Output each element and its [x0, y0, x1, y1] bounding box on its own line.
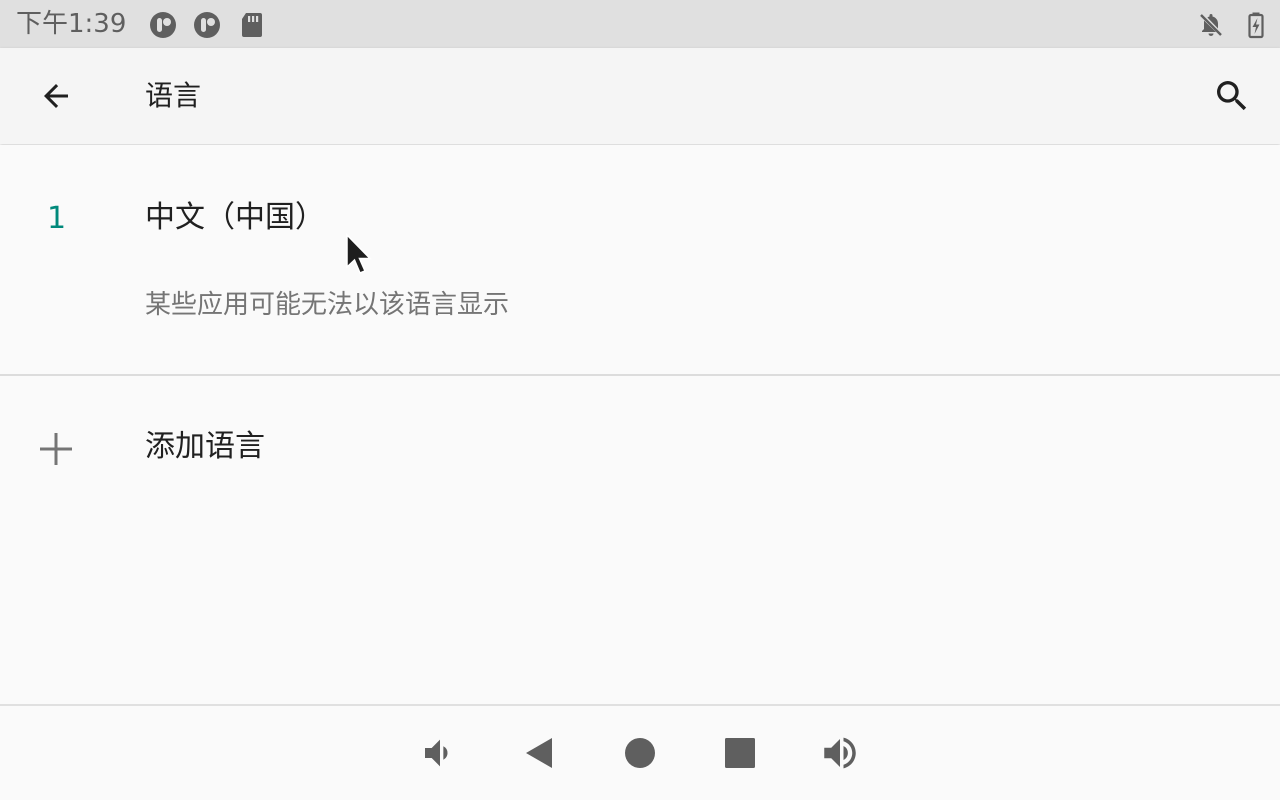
notifications-off-icon: [1200, 14, 1222, 36]
add-language-label: 添加语言: [145, 429, 265, 464]
status-bar: 下午1:39: [0, 0, 1280, 48]
volume-up-icon: [824, 737, 856, 769]
back-icon: [526, 738, 552, 768]
toolbar: 语言: [0, 48, 1280, 144]
add-language-button[interactable]: 添加语言: [0, 376, 1280, 522]
volume-up-button[interactable]: [816, 729, 864, 777]
nav-back-button[interactable]: [516, 729, 564, 777]
app-notification-icon: [150, 12, 176, 38]
arrow-back-icon: [44, 84, 68, 108]
language-name: 中文（中国）: [145, 200, 325, 235]
plus-icon: [40, 433, 72, 465]
nav-home-button[interactable]: [616, 729, 664, 777]
status-time: 下午1:39: [16, 9, 127, 39]
language-index: 1: [47, 201, 67, 236]
search-icon: [1217, 81, 1247, 111]
language-note: 某些应用可能无法以该语言显示: [145, 290, 510, 320]
volume-down-button[interactable]: [416, 729, 464, 777]
app-notification-icon: [194, 12, 220, 38]
recents-icon: [725, 738, 755, 768]
battery-charging-icon: [1248, 12, 1264, 39]
home-icon: [625, 738, 655, 768]
nav-recents-button[interactable]: [716, 729, 764, 777]
sd-card-icon: [242, 13, 262, 37]
search-button[interactable]: [1200, 72, 1264, 120]
volume-down-icon: [425, 739, 448, 767]
navigation-bar: [0, 706, 1280, 800]
page-title: 语言: [145, 79, 202, 112]
language-list-item[interactable]: 1 中文（中国） 某些应用可能无法以该语言显示: [0, 145, 1280, 374]
back-button[interactable]: [24, 72, 88, 120]
